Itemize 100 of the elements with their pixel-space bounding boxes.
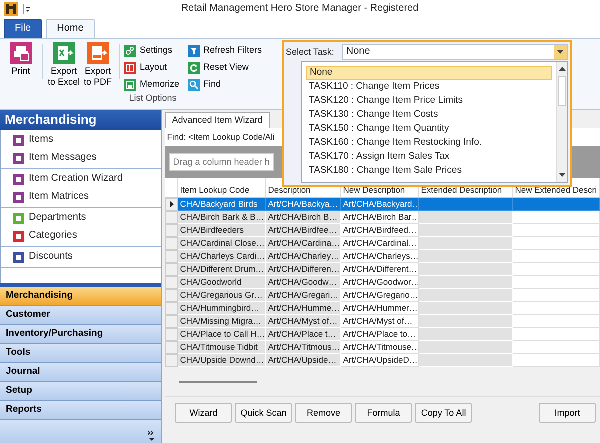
scrollbar[interactable] xyxy=(556,62,567,182)
table-cell: CHA/Birch Bark & B… xyxy=(178,211,266,224)
action-button[interactable]: Wizard xyxy=(175,403,232,423)
document-export-icon xyxy=(87,42,109,64)
ribbon-button[interactable]: Memorize xyxy=(124,76,180,93)
table-cell: Art/CHA/Backya… xyxy=(266,198,342,211)
table-cell: Art/CHA/Charley… xyxy=(266,250,342,263)
sidebar-item[interactable]: Item Matrices xyxy=(1,188,162,206)
more-options-icon xyxy=(148,430,156,441)
dropdown-option[interactable]: TASK150 : Change Item Quantity xyxy=(306,122,552,136)
search-icon xyxy=(188,78,200,90)
file-menu-tab[interactable]: File xyxy=(4,19,42,38)
scroll-thumb[interactable] xyxy=(558,76,566,106)
table-cell: Art/CHA/Birch Bar… xyxy=(341,211,420,224)
spreadsheet-export-icon xyxy=(53,42,75,64)
table-cell: Art/CHA/Humme… xyxy=(266,302,342,315)
table-cell: Art/CHA/Upside… xyxy=(266,354,342,367)
dropdown-option[interactable]: TASK180 : Change Item Sale Prices xyxy=(306,164,552,178)
table-cell: CHA/Goodworld xyxy=(178,276,266,289)
save-icon xyxy=(124,78,136,90)
table-cell: Art/CHA/Birdfee… xyxy=(266,224,342,237)
ribbon-button[interactable]: Layout xyxy=(124,59,180,76)
app-logo-icon xyxy=(4,2,18,16)
task-select[interactable]: None xyxy=(342,44,568,60)
table-cell: CHA/Birdfeeders xyxy=(178,224,266,237)
nav-section-button[interactable]: Inventory/Purchasing xyxy=(0,325,162,344)
action-button[interactable]: Copy To All xyxy=(415,403,472,423)
layout-icon xyxy=(124,62,136,74)
current-row-icon xyxy=(170,201,174,208)
panel-title: Merchandising xyxy=(0,110,162,130)
horizontal-scrollbar[interactable] xyxy=(179,380,258,382)
group-by-hint: Drag a column header h xyxy=(169,152,274,172)
nav-section-button[interactable]: Journal xyxy=(0,363,162,382)
sidebar-item[interactable]: Discounts xyxy=(1,248,162,266)
table-cell: Art/CHA/Cardinal… xyxy=(341,237,420,250)
table-cell: Art/CHA/Goodwor… xyxy=(341,276,420,289)
ribbon-button[interactable]: Print xyxy=(4,42,38,93)
nav-section-button[interactable]: Merchandising xyxy=(0,287,162,306)
sidebar-item[interactable]: Departments xyxy=(1,209,162,227)
sidebar-item[interactable]: Item Messages xyxy=(1,149,162,167)
table-cell: Art/CHA/UpsideD… xyxy=(341,354,420,367)
table-cell: Art/CHA/Differen… xyxy=(266,263,342,276)
sidebar-item[interactable]: Categories xyxy=(1,227,162,245)
table-cell: Art/CHA/Cardina… xyxy=(266,237,342,250)
ribbon-button[interactable]: Refresh Filters xyxy=(188,42,262,59)
table-cell: Art/CHA/Different… xyxy=(341,263,420,276)
table-cell: Art/CHA/Gregari… xyxy=(266,289,342,302)
table-cell: CHA/Charleys Cardi… xyxy=(178,250,266,263)
nav-section-button[interactable]: Tools xyxy=(0,344,162,363)
dropdown-arrow-icon xyxy=(557,50,564,54)
ribbon-tab[interactable]: Home xyxy=(46,19,95,38)
table-cell: CHA/Missing Migra… xyxy=(178,315,266,328)
field-label: Select Task: xyxy=(286,46,334,58)
sidebar-item[interactable]: Item Creation Wizard xyxy=(1,170,162,188)
dropdown-option[interactable]: TASK160 : Change Item Restocking Info. xyxy=(306,136,552,150)
table-cell: Art/CHA/Titmous… xyxy=(266,341,342,354)
table-cell: Art/CHA/Backyard… xyxy=(341,198,420,211)
table-cell: CHA/Upside Downd… xyxy=(178,354,266,367)
gears-icon xyxy=(124,44,136,56)
action-button[interactable]: Remove xyxy=(295,403,352,423)
action-button[interactable]: Import xyxy=(539,403,596,423)
sidebar-item[interactable]: Items xyxy=(1,131,162,149)
find-label: Find: <Item Lookup Code/Ali xyxy=(167,132,275,142)
dropdown-option[interactable]: TASK110 : Change Item Prices xyxy=(306,80,552,94)
table-cell: CHA/Cardinal Close… xyxy=(178,237,266,250)
quick-access-icon xyxy=(22,4,30,14)
table-cell: Art/CHA/Hummer… xyxy=(341,302,420,315)
nav-section-button[interactable]: Reports xyxy=(0,401,162,420)
table-cell: Art/CHA/Gregario… xyxy=(341,289,420,302)
action-button[interactable]: Quick Scan xyxy=(235,403,292,423)
column-header[interactable]: Item Lookup Code xyxy=(178,178,266,197)
scroll-up-icon[interactable] xyxy=(558,67,566,71)
tab[interactable]: Advanced Item Wizard xyxy=(165,112,270,128)
action-button[interactable]: Formula xyxy=(355,403,412,423)
nav-section-button[interactable]: Setup xyxy=(0,382,162,401)
table-cell: CHA/Hummingbird… xyxy=(178,302,266,315)
filter-icon xyxy=(188,44,200,56)
table-cell: CHA/Place to Call H… xyxy=(178,328,266,341)
table-cell: CHA/Gregarious Gr… xyxy=(178,289,266,302)
ribbon-button[interactable]: Find xyxy=(188,76,262,93)
dropdown-option[interactable]: None xyxy=(306,66,552,80)
ribbon-button[interactable]: Settings xyxy=(124,42,180,59)
dropdown-option[interactable]: TASK120 : Change Item Price Limits xyxy=(306,94,552,108)
table-cell: Art/CHA/Birch B… xyxy=(266,211,342,224)
table-cell: Art/CHA/Charleys… xyxy=(341,250,420,263)
ribbon-button[interactable]: Export to Excel xyxy=(47,42,81,93)
dropdown-option[interactable]: TASK130 : Change Item Costs xyxy=(306,108,552,122)
table-cell: CHA/Titmouse Tidbit xyxy=(178,341,266,354)
nav-section-button[interactable]: Customer xyxy=(0,306,162,325)
row-selector[interactable] xyxy=(165,198,178,211)
table-cell: Art/CHA/Myst of… xyxy=(341,315,420,328)
table-cell: Art/CHA/Goodw… xyxy=(266,276,342,289)
printer-icon xyxy=(10,42,32,64)
group-label: List Options xyxy=(128,93,178,104)
table-cell: Art/CHA/Birdfeed… xyxy=(341,224,420,237)
dropdown-option[interactable]: TASK170 : Assign Item Sales Tax xyxy=(306,150,552,164)
splitter-handle[interactable] xyxy=(0,283,162,287)
ribbon-button[interactable]: Reset View xyxy=(188,59,262,76)
ribbon-button[interactable]: Export to PDF xyxy=(81,42,115,93)
table-cell: Art/CHA/Place to… xyxy=(341,328,420,341)
